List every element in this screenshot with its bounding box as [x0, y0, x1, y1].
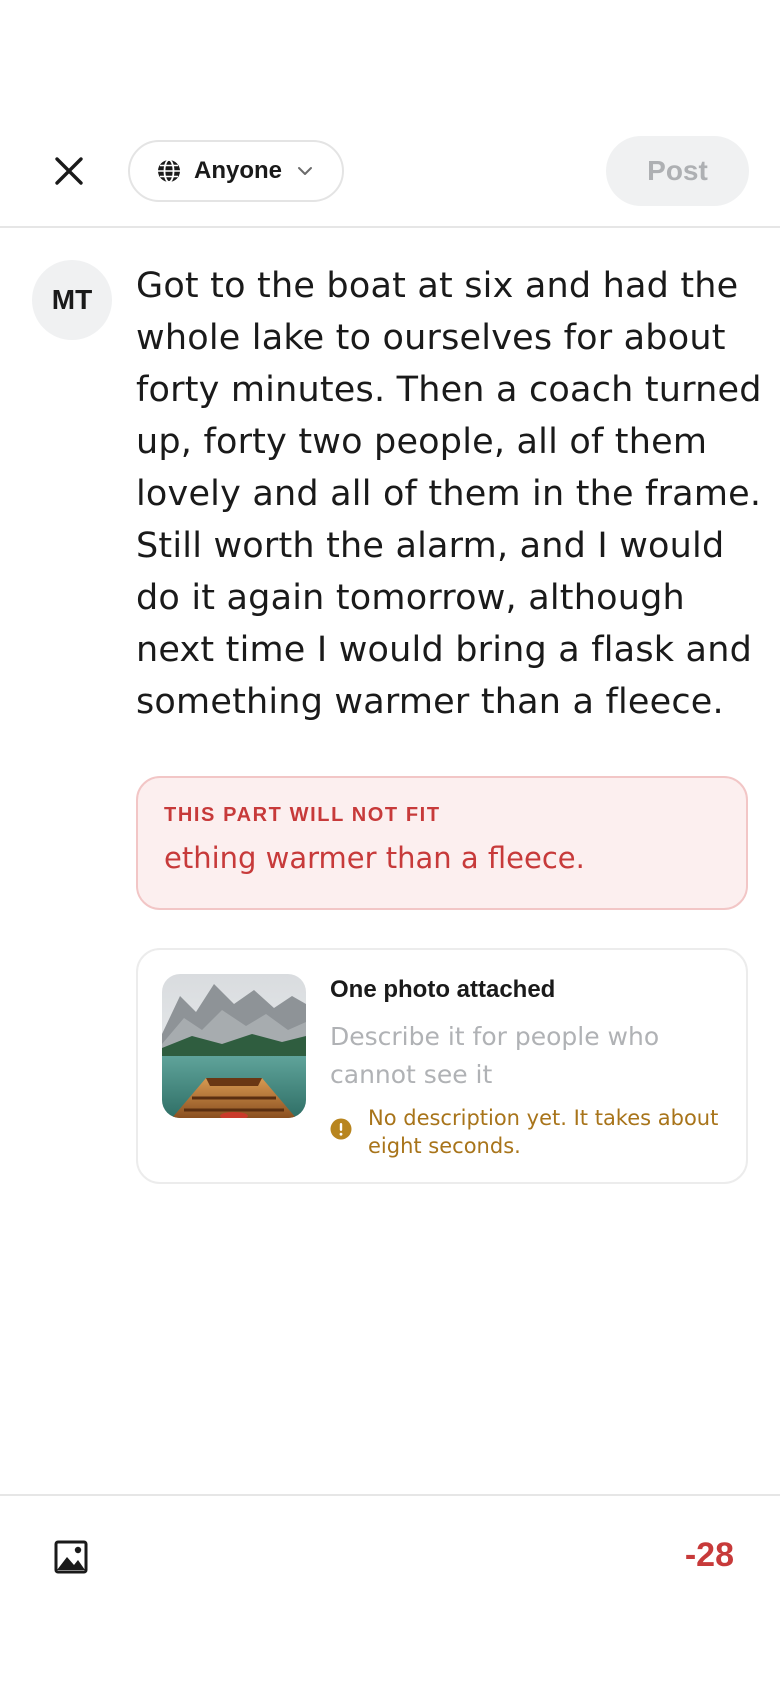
add-image-button[interactable]	[54, 1540, 88, 1574]
image-icon	[54, 1540, 88, 1574]
overflow-title: THIS PART WILL NOT FIT	[164, 804, 441, 826]
alert-circle-icon	[330, 1118, 352, 1140]
photo-thumbnail[interactable]	[162, 974, 306, 1118]
audience-selector[interactable]: Anyone	[128, 140, 344, 202]
attachment-title: One photo attached	[330, 976, 556, 1003]
alt-text-warning-text: No description yet. It takes about eight…	[368, 1106, 719, 1158]
photo-thumbnail-image	[162, 974, 306, 1118]
close-button[interactable]	[48, 150, 90, 192]
overflow-warning: THIS PART WILL NOT FIT ething warmer tha…	[136, 776, 748, 910]
compose-footer: -28	[0, 1494, 780, 1688]
alt-text-input[interactable]: Describe it for people who cannot see it	[330, 1018, 720, 1094]
chevron-down-icon	[298, 167, 313, 175]
alt-text-warning: No description yet. It takes about eight…	[330, 1104, 730, 1160]
audience-label: Anyone	[194, 157, 283, 184]
post-text-editor[interactable]: Got to the boat at six and had the whole…	[136, 260, 766, 728]
overflow-text: ething warmer than a fleece.	[164, 841, 585, 875]
avatar-initials: MT	[51, 284, 93, 315]
compose-header: Anyone Post	[0, 0, 780, 228]
photo-attachment-card: One photo attached Describe it for peopl…	[136, 948, 748, 1184]
close-icon	[55, 157, 83, 185]
avatar: MT	[32, 260, 112, 340]
post-button[interactable]: Post	[606, 136, 749, 206]
globe-icon	[158, 159, 180, 183]
character-counter: -28	[684, 1536, 734, 1574]
